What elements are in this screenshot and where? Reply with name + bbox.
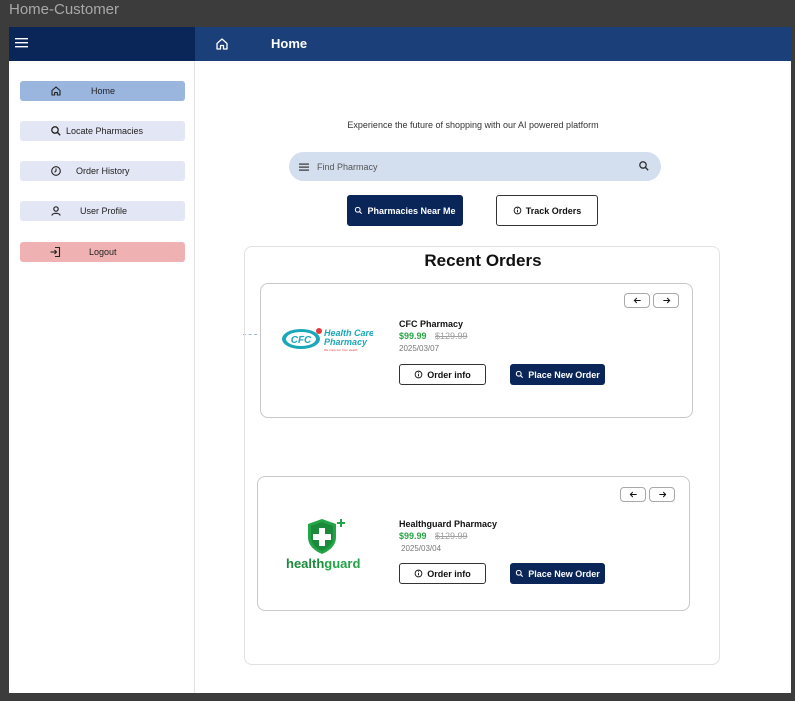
previous-button[interactable] <box>620 487 646 502</box>
search-icon <box>51 126 61 136</box>
arrow-left-icon <box>633 297 641 304</box>
sidebar-item-locate-pharmacies[interactable]: Locate Pharmacies <box>20 121 185 141</box>
sidebar-item-home[interactable]: Home <box>20 81 185 101</box>
button-label: Order info <box>427 369 471 380</box>
top-bar-left <box>9 27 195 61</box>
info-icon <box>414 370 423 379</box>
user-icon <box>51 206 61 216</box>
home-icon <box>51 86 61 96</box>
order-info-button[interactable]: Order info <box>399 563 486 584</box>
home-icon[interactable] <box>215 37 229 51</box>
hamburger-menu-icon[interactable] <box>15 36 29 50</box>
cfc-pharmacy-logo: CFC Health Care Pharmacy We Care For You… <box>282 328 373 352</box>
original-price: $129.99 <box>435 531 468 541</box>
page-title: Home <box>271 36 308 51</box>
arrow-right-icon <box>658 491 666 498</box>
search-icon <box>516 569 524 578</box>
svg-text:Pharmacy: Pharmacy <box>324 337 368 347</box>
info-icon <box>414 569 423 578</box>
order-price: $99.99 <box>399 531 427 541</box>
search-icon[interactable] <box>638 160 650 172</box>
sidebar-item-label: User Profile <box>80 206 128 216</box>
track-orders-button[interactable]: Track Orders <box>496 195 598 226</box>
next-button[interactable] <box>653 293 679 308</box>
button-label: Pharmacies Near Me <box>367 205 456 216</box>
search-icon <box>355 206 363 215</box>
search-bar <box>289 152 661 181</box>
sidebar-item-label: Locate Pharmacies <box>66 126 144 136</box>
order-card: healthguard Healthguard Pharmacy $99.99 … <box>257 476 690 611</box>
sidebar-item-label: Logout <box>89 247 117 257</box>
top-bar: Home <box>9 27 791 61</box>
next-button[interactable] <box>649 487 675 502</box>
tagline: Experience the future of shopping with o… <box>347 120 599 130</box>
sidebar-item-label: Home <box>91 86 116 96</box>
search-icon <box>516 370 524 379</box>
button-label: Place New Order <box>528 369 600 380</box>
logout-icon <box>50 246 61 258</box>
svg-text:We Care For Your Health: We Care For Your Health <box>324 348 358 352</box>
svg-text:CFC: CFC <box>291 335 312 346</box>
recent-orders-panel: Recent Orders CFC Health Care Pharmacy W… <box>244 246 720 665</box>
pharmacy-name: CFC Pharmacy <box>399 319 464 329</box>
svg-text:healthguard: healthguard <box>286 556 360 571</box>
place-new-order-button[interactable]: Place New Order <box>510 563 605 584</box>
order-date: 2025/03/04 <box>401 544 442 553</box>
previous-button[interactable] <box>624 293 650 308</box>
order-info-button[interactable]: Order info <box>399 364 486 385</box>
search-input[interactable] <box>317 158 627 175</box>
order-card: CFC Health Care Pharmacy We Care For You… <box>260 283 693 418</box>
button-label: Track Orders <box>525 205 582 216</box>
sidebar-item-order-history[interactable]: Order History <box>20 161 185 181</box>
sidebar-item-logout[interactable]: Logout <box>20 242 185 262</box>
original-price: $129.99 <box>435 331 468 341</box>
app-frame: Home Home Locate Pharmacies Order Histor… <box>9 27 791 693</box>
info-icon <box>513 206 522 215</box>
button-label: Order info <box>427 568 471 579</box>
order-price: $99.99 <box>399 331 427 341</box>
top-bar-right: Home <box>195 27 791 61</box>
recent-orders-title: Recent Orders <box>424 251 542 270</box>
arrow-left-icon <box>629 491 637 498</box>
pharmacy-name: Healthguard Pharmacy <box>399 519 498 529</box>
window-title: Home-Customer <box>9 1 120 18</box>
place-new-order-button[interactable]: Place New Order <box>510 364 605 385</box>
arrow-right-icon <box>662 297 670 304</box>
clock-icon <box>51 166 61 176</box>
pharmacies-near-me-button[interactable]: Pharmacies Near Me <box>347 195 463 226</box>
menu-icon[interactable] <box>298 161 310 173</box>
main-content: Experience the future of shopping with o… <box>195 61 791 693</box>
sidebar-item-label: Order History <box>76 166 130 176</box>
button-label: Place New Order <box>528 568 600 579</box>
order-date: 2025/03/07 <box>399 344 440 353</box>
sidebar-item-user-profile[interactable]: User Profile <box>20 201 185 221</box>
sidebar: Home Locate Pharmacies Order History Use… <box>9 61 195 693</box>
healthguard-logo: healthguard <box>286 519 360 571</box>
